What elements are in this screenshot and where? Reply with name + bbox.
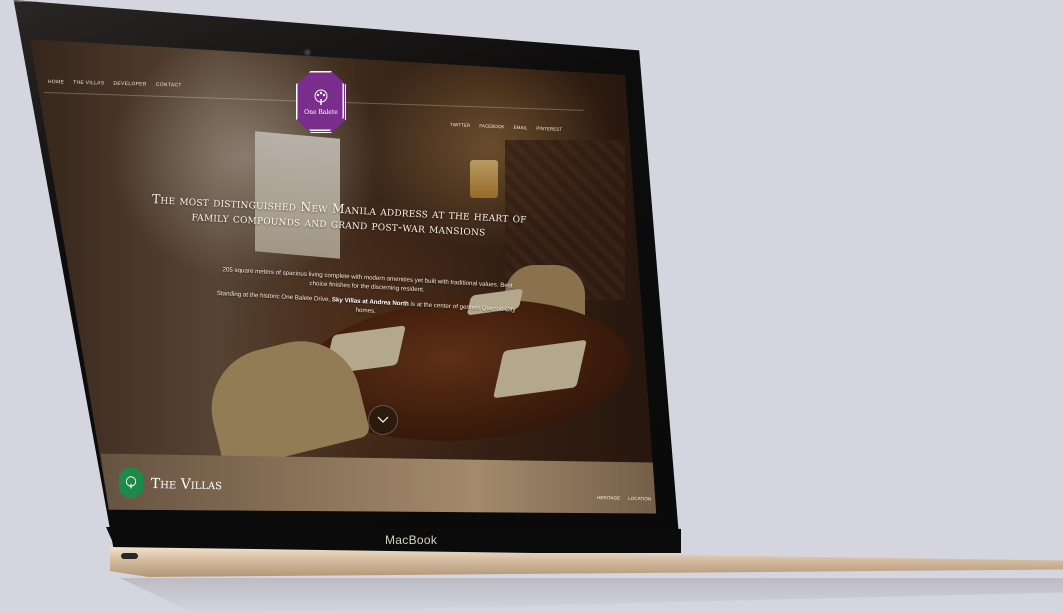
laptop-shadow	[120, 578, 1063, 614]
usb-c-port	[121, 553, 138, 559]
laptop-mockup: HOME THE VILLAS DEVELOPER CONTACT TWITTE…	[0, 0, 1063, 614]
lid-edge	[14, 0, 680, 560]
device-brand-label: MacBook	[385, 533, 438, 547]
